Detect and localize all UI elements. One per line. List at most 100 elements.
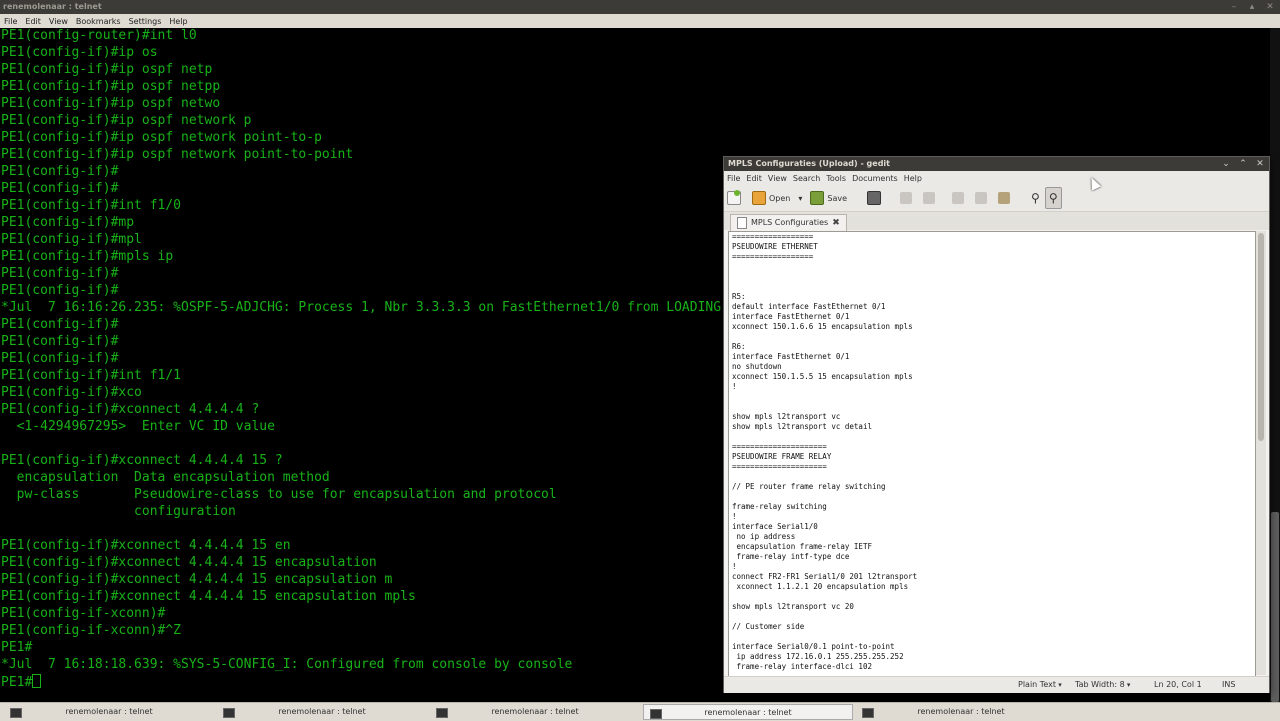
- find-button[interactable]: ⚲: [1028, 188, 1043, 208]
- copy-icon: [975, 192, 988, 204]
- menu-settings[interactable]: Settings: [125, 17, 166, 26]
- editor-line: interface Serial1/0: [732, 522, 818, 531]
- menu-help[interactable]: Help: [165, 17, 191, 26]
- print-button[interactable]: [864, 188, 887, 208]
- window-controls: ⌄ ⌃ ✕: [1220, 157, 1266, 171]
- terminal-icon: [862, 708, 874, 718]
- menu-tools[interactable]: Tools: [823, 174, 849, 183]
- new-button[interactable]: [724, 188, 747, 208]
- terminal-line: PE1(config-if)#ip ospf netpp: [1, 79, 221, 94]
- editor-line: xconnect 1.1.2.1 20 encapsulation mpls: [732, 582, 909, 591]
- konsole-menubar: File Edit View Bookmarks Settings Help: [0, 14, 1280, 28]
- taskbar-item-label: renemolenaar : telnet: [278, 707, 366, 716]
- document-icon: [737, 217, 747, 229]
- copy-button[interactable]: [972, 188, 993, 208]
- language-selector[interactable]: Plain Text: [1018, 680, 1062, 689]
- paste-button[interactable]: [995, 188, 1016, 208]
- terminal-line: PE1(config-if)#ip ospf network point-to-…: [1, 130, 322, 145]
- konsole-title-bar: renemolenaar : telnet – ▴ ✕: [0, 0, 1280, 14]
- menu-documents[interactable]: Documents: [849, 174, 901, 183]
- open-button[interactable]: Open: [749, 188, 793, 208]
- menu-view[interactable]: View: [765, 174, 790, 183]
- editor-line: =====================: [732, 442, 827, 451]
- taskbar-item-label: renemolenaar : telnet: [491, 707, 579, 716]
- taskbar-item-active[interactable]: renemolenaar : telnet: [643, 704, 853, 720]
- menu-file[interactable]: File: [0, 17, 21, 26]
- maximize-icon[interactable]: ▴: [1246, 1, 1258, 13]
- menu-view[interactable]: View: [45, 17, 72, 26]
- terminal-icon: [650, 709, 662, 719]
- terminal-scrollbar[interactable]: [1270, 28, 1280, 702]
- menu-edit[interactable]: Edit: [743, 174, 765, 183]
- editor-line: // PE router frame relay switching: [732, 482, 886, 491]
- gedit-menubar: File Edit View Search Tools Documents He…: [724, 171, 1269, 185]
- editor-line: !: [732, 512, 737, 521]
- menu-edit[interactable]: Edit: [21, 17, 45, 26]
- editor-line: PSEUDOWIRE ETHERNET: [732, 242, 818, 251]
- scrollbar-thumb[interactable]: [1271, 512, 1279, 702]
- menu-help[interactable]: Help: [901, 174, 925, 183]
- window-title: renemolenaar : telnet: [3, 2, 102, 11]
- editor-scrollbar[interactable]: [1256, 231, 1266, 675]
- close-tab-icon[interactable]: ✖: [832, 218, 840, 228]
- editor-line: interface FastEthernet 0/1: [732, 352, 850, 361]
- terminal-line: PE1(config-if)#ip ospf network p: [1, 113, 252, 128]
- text-editor[interactable]: ================== PSEUDOWIRE ETHERNET ===…: [728, 231, 1256, 677]
- cursor-position: Ln 20, Col 1: [1154, 680, 1202, 689]
- status-bar: Plain Text Tab Width: 8 Ln 20, Col 1 INS: [724, 676, 1269, 693]
- undo-button[interactable]: [897, 188, 918, 208]
- document-tabs: MPLS Configuraties ✖: [724, 212, 1269, 231]
- menu-bookmarks[interactable]: Bookmarks: [72, 17, 125, 26]
- taskbar-item[interactable]: renemolenaar : telnet: [4, 704, 214, 720]
- taskbar: renemolenaar : telnet renemolenaar : tel…: [0, 702, 1280, 721]
- menu-file[interactable]: File: [724, 174, 743, 183]
- editor-line: frame-relay interface-dlci 102: [732, 662, 872, 671]
- editor-line: ==================: [732, 232, 814, 241]
- redo-button[interactable]: [920, 188, 941, 208]
- open-recent-dropdown[interactable]: ▾: [795, 188, 805, 208]
- tab-mpls-configuraties[interactable]: MPLS Configuraties ✖: [730, 214, 847, 231]
- tab-width-selector[interactable]: Tab Width: 8: [1075, 680, 1130, 689]
- editor-line: R6:: [732, 342, 746, 351]
- folder-icon: [752, 191, 766, 205]
- cut-button[interactable]: [949, 188, 970, 208]
- taskbar-item[interactable]: renemolenaar : telnet: [217, 704, 427, 720]
- search-icon: ⚲: [1031, 191, 1040, 205]
- close-icon[interactable]: ✕: [1254, 157, 1266, 171]
- save-label: Save: [827, 193, 848, 203]
- terminal-line: PE1(config-if)#ip ospf netwo: [1, 96, 221, 111]
- editor-line: xconnect 150.1.6.6 15 encapsulation mpls: [732, 322, 913, 331]
- editor-line: ==================: [732, 252, 814, 261]
- find-replace-button[interactable]: ⚲: [1044, 187, 1062, 209]
- gedit-title-bar: MPLS Configuraties (Upload) - gedit ⌄ ⌃ …: [724, 157, 1269, 171]
- editor-line: // Customer side: [732, 622, 805, 631]
- editor-line: !: [732, 562, 737, 571]
- chevron-down-icon: ▾: [798, 193, 803, 203]
- taskbar-item-label: renemolenaar : telnet: [917, 707, 1005, 716]
- save-button[interactable]: Save: [807, 188, 850, 208]
- cut-icon: [952, 192, 965, 204]
- taskbar-item[interactable]: renemolenaar : telnet: [856, 704, 1066, 720]
- taskbar-item[interactable]: renemolenaar : telnet: [430, 704, 640, 720]
- scrollbar-thumb[interactable]: [1258, 233, 1264, 441]
- editor-line: no ip address: [732, 532, 796, 541]
- window-controls: – ▴ ✕: [1228, 1, 1276, 13]
- undo-icon: [900, 192, 913, 204]
- terminal-icon: [436, 708, 448, 718]
- menu-search[interactable]: Search: [790, 174, 823, 183]
- editor-line: xconnect 150.1.5.5 15 encapsulation mpls: [732, 372, 913, 381]
- close-icon[interactable]: ✕: [1264, 1, 1276, 13]
- maximize-icon[interactable]: ⌃: [1237, 157, 1249, 171]
- minimize-icon[interactable]: –: [1228, 1, 1240, 13]
- search-replace-icon: ⚲: [1048, 191, 1058, 205]
- minimize-icon[interactable]: ⌄: [1220, 157, 1232, 171]
- editor-line: !: [732, 382, 737, 391]
- paste-icon: [998, 192, 1011, 204]
